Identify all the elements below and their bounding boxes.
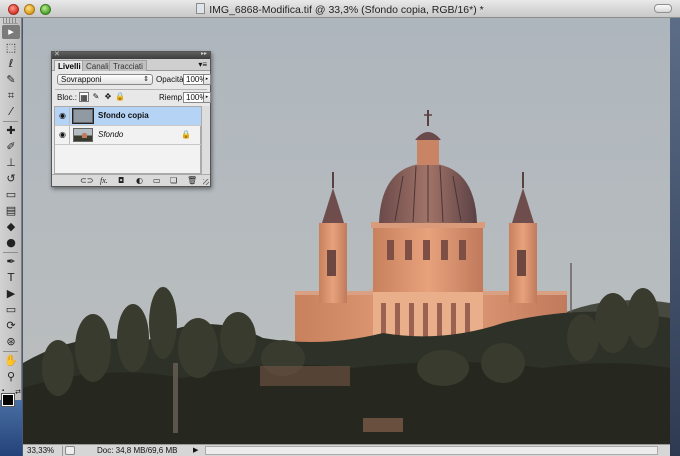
layers-list: ◉ Sfondo copia ◉ Sfondo 🔒 <box>54 106 201 174</box>
layer-name: Sfondo <box>98 130 124 139</box>
layer-row-sfondo-copia[interactable]: ◉ Sfondo copia <box>55 107 201 126</box>
layer-style-button[interactable]: fx. <box>100 176 108 186</box>
layer-row-sfondo[interactable]: ◉ Sfondo 🔒 <box>55 126 201 145</box>
path-selection-tool[interactable]: ▶ <box>2 287 20 301</box>
blend-row: Sovrapponi ⇕ Opacità: 100% ▸ <box>57 74 211 86</box>
link-layers-button[interactable]: ⊂⊃ <box>80 176 93 186</box>
eyedropper-tool[interactable]: ⁄ <box>2 105 20 119</box>
type-tool[interactable]: T <box>2 271 20 285</box>
panel-resize-grip[interactable] <box>203 179 209 185</box>
panel-menu-icon[interactable]: ▾≡ <box>198 60 207 69</box>
add-mask-button[interactable]: ◘ <box>118 176 124 186</box>
lock-row: Bloc.: ▦ ✎ ✥ 🔒 Riemp.: 100% ▸ <box>57 92 211 104</box>
layers-panel: ✕ ▸▸ Livelli Canali Tracciati ▾≡ Sovrapp… <box>51 51 211 187</box>
tab-tracciati[interactable]: Tracciati <box>109 60 147 71</box>
move-tool[interactable]: ▸ <box>2 25 20 39</box>
gradient-tool[interactable]: ▤ <box>2 204 20 218</box>
tab-livelli[interactable]: Livelli <box>54 60 85 71</box>
lock-pixels-icon[interactable]: ✎ <box>91 92 101 102</box>
delete-layer-button[interactable]: 🗑 <box>187 176 197 186</box>
divider <box>55 89 207 90</box>
pen-tool[interactable]: ✒ <box>2 255 20 269</box>
layer-thumbnail <box>73 128 93 142</box>
document-icon <box>196 3 206 14</box>
opacity-slider-toggle[interactable]: ▸ <box>204 74 211 85</box>
visibility-eye-icon[interactable]: ◉ <box>56 126 70 144</box>
panel-close-icon[interactable]: ✕ <box>54 50 60 58</box>
chevron-updown-icon: ⇕ <box>143 76 149 83</box>
lock-label: Bloc.: <box>57 93 78 102</box>
adjustment-layer-button[interactable]: ◐ <box>136 176 143 186</box>
history-brush-tool[interactable]: ↺ <box>2 172 20 186</box>
tool-separator <box>3 351 18 352</box>
panel-tabs: Livelli Canali Tracciati ▾≡ <box>52 59 210 71</box>
blend-mode-select[interactable]: Sovrapponi ⇕ <box>57 74 153 85</box>
status-menu-arrow-icon[interactable]: ▶ <box>193 446 198 456</box>
clone-stamp-tool[interactable]: ⊥ <box>2 156 20 170</box>
new-layer-button[interactable]: ❏ <box>170 176 177 186</box>
shape-tool[interactable]: ▭ <box>2 303 20 317</box>
lasso-tool[interactable]: ℓ <box>2 57 20 71</box>
swap-colors-icon[interactable]: ⇄ <box>15 388 21 396</box>
marquee-tool[interactable]: ⬚ <box>2 41 20 55</box>
tools-panel-grip[interactable] <box>3 18 18 24</box>
3d-rotate-tool[interactable]: ⟳ <box>2 319 20 333</box>
opacity-label: Opacità: <box>156 75 186 84</box>
document-size-info: Doc: 34,8 MB/69,6 MB <box>97 446 178 455</box>
zoom-tool[interactable]: ⚲ <box>2 370 20 384</box>
lock-all-icon[interactable]: 🔒 <box>115 92 125 102</box>
visibility-eye-icon[interactable]: ◉ <box>56 107 70 125</box>
brush-tool[interactable]: ✐ <box>2 140 20 154</box>
title-bar: IMG_6868-Modifica.tif @ 33,3% (Sfondo co… <box>0 0 680 18</box>
eraser-tool[interactable]: ▭ <box>2 188 20 202</box>
desktop-background-right <box>670 18 680 456</box>
blur-tool[interactable]: ◆ <box>2 220 20 234</box>
fill-slider-toggle[interactable]: ▸ <box>204 92 211 103</box>
foreground-color-swatch[interactable] <box>1 393 15 407</box>
opacity-input[interactable]: 100% <box>183 74 206 85</box>
layers-scrollbar[interactable] <box>201 106 210 174</box>
desktop-background <box>0 400 22 456</box>
healing-brush-tool[interactable]: ✚ <box>2 124 20 138</box>
thumbnail-basilica <box>82 133 87 138</box>
quick-selection-tool[interactable]: ✎ <box>2 73 20 87</box>
crop-tool[interactable]: ⌗ <box>2 89 20 103</box>
layers-panel-footer: ⊂⊃ fx. ◘ ◐ ▭ ❏ 🗑 <box>52 174 210 186</box>
hand-tool[interactable]: ✋ <box>2 354 20 368</box>
dodge-tool[interactable]: ● <box>2 236 20 250</box>
lock-position-icon[interactable]: ✥ <box>103 92 113 102</box>
window-title-text: IMG_6868-Modifica.tif @ 33,3% (Sfondo co… <box>209 4 484 16</box>
new-group-button[interactable]: ▭ <box>153 176 161 186</box>
status-preview-icon[interactable] <box>65 446 75 455</box>
tool-separator <box>3 252 18 253</box>
blend-mode-value: Sovrapponi <box>61 75 102 84</box>
panel-header[interactable]: ✕ ▸▸ <box>52 50 210 59</box>
zoom-level-field[interactable]: 33,33% <box>27 446 63 456</box>
layer-name: Sfondo copia <box>98 111 149 120</box>
fill-input[interactable]: 100% <box>183 92 206 103</box>
lock-transparency-icon[interactable]: ▦ <box>79 92 89 102</box>
horizontal-scrollbar[interactable] <box>205 446 658 455</box>
tool-separator <box>3 121 18 122</box>
3d-orbit-tool[interactable]: ⊛ <box>2 335 20 349</box>
layer-thumbnail <box>72 108 94 124</box>
panel-collapse-icon[interactable]: ▸▸ <box>201 50 207 57</box>
tools-panel: ▸⬚ℓ✎⌗⁄✚✐⊥↺▭▤◆●✒T▶▭⟳⊛✋⚲ ▪ ⇄ ◙ <box>0 18 22 456</box>
layer-lock-icon: 🔒 <box>181 130 191 139</box>
toolbar-toggle-button[interactable] <box>654 4 672 13</box>
status-bar: 33,33% Doc: 34,8 MB/69,6 MB ▶ <box>23 444 670 456</box>
window-title: IMG_6868-Modifica.tif @ 33,3% (Sfondo co… <box>0 3 680 16</box>
